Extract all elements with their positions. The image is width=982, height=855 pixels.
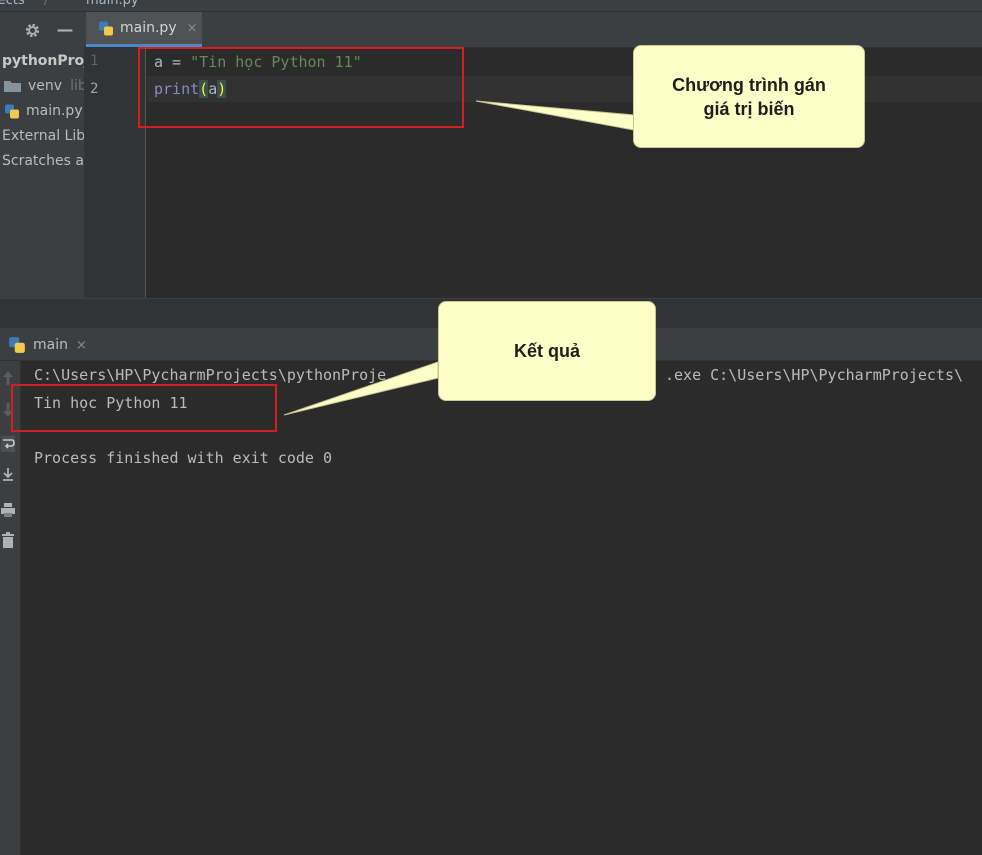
callout-program-line-2: giá trị biến (703, 98, 795, 119)
callout-result-text: Kết quả (513, 341, 580, 361)
callout-program: Chương trình gán giá trị biến (633, 45, 865, 148)
callout-program-line-1: Chương trình gán (672, 74, 826, 95)
callout-program-pointer (475, 100, 635, 131)
callout-result: Kết quả (438, 301, 656, 401)
callout-result-pointer (283, 361, 439, 416)
